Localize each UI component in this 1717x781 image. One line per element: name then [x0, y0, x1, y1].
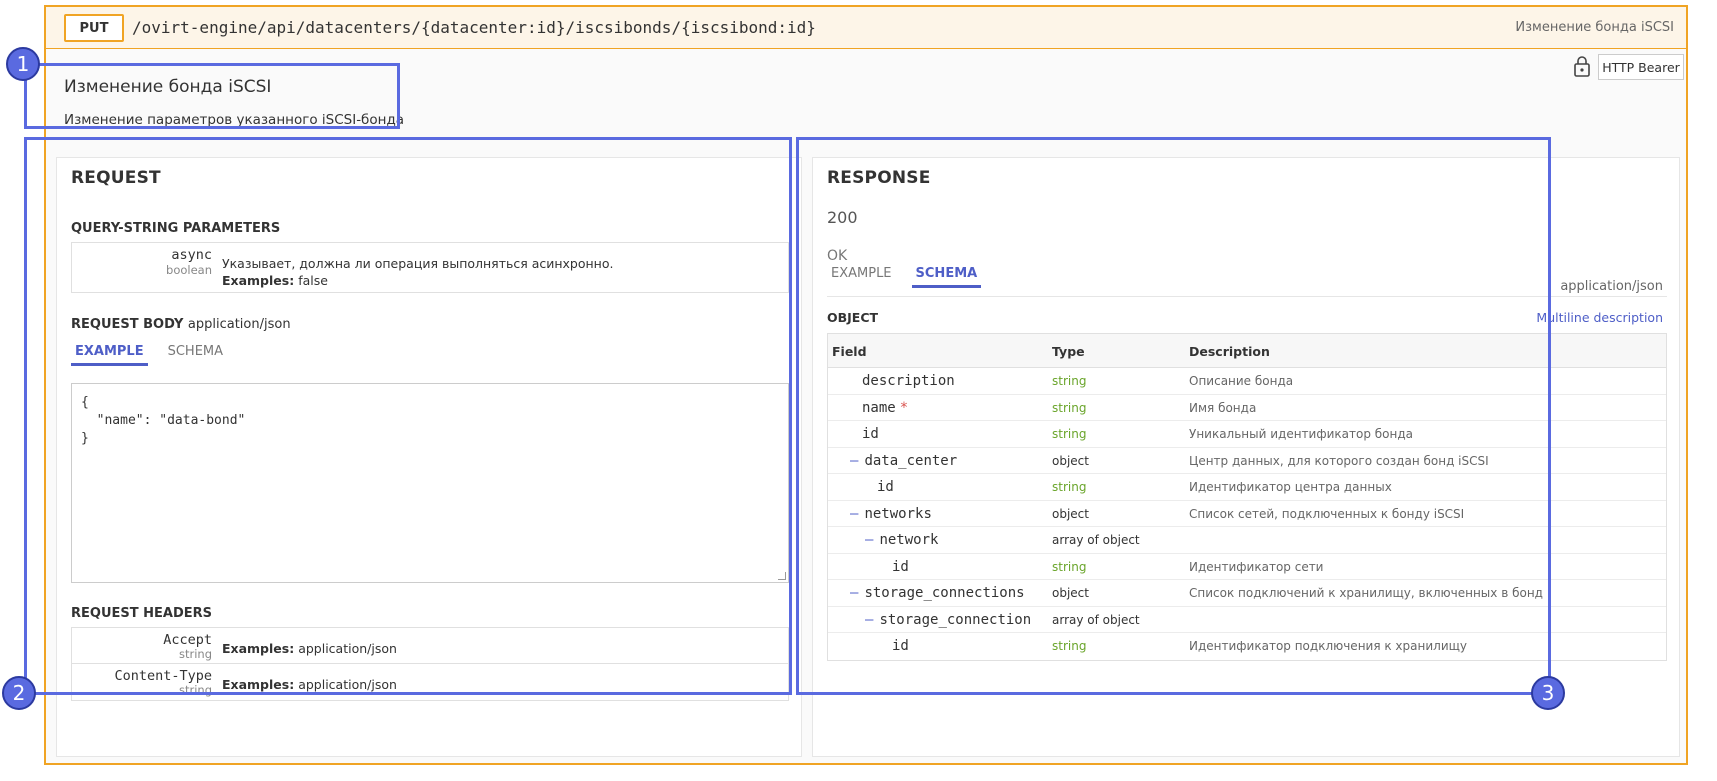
- annotation-marker-1: 1: [6, 47, 40, 81]
- http-method-badge: PUT: [64, 14, 124, 42]
- operation-summary: Изменение бонда iSCSI: [1515, 20, 1674, 35]
- operation-header[interactable]: PUT /ovirt-engine/api/datacenters/{datac…: [46, 7, 1686, 49]
- response-content-type[interactable]: application/json: [1560, 279, 1663, 294]
- lock-icon: [1574, 56, 1590, 77]
- annotation-box-2: [24, 137, 792, 695]
- auth-badge[interactable]: HTTP Bearer: [1598, 54, 1684, 80]
- annotation-box-1: [24, 63, 400, 129]
- multiline-description-link[interactable]: Multiline description: [1536, 310, 1663, 325]
- endpoint-path: /ovirt-engine/api/datacenters/{datacente…: [132, 18, 816, 37]
- annotation-marker-2: 2: [2, 676, 36, 710]
- annotation-box-3: [796, 137, 1551, 695]
- annotation-marker-3: 3: [1531, 676, 1565, 710]
